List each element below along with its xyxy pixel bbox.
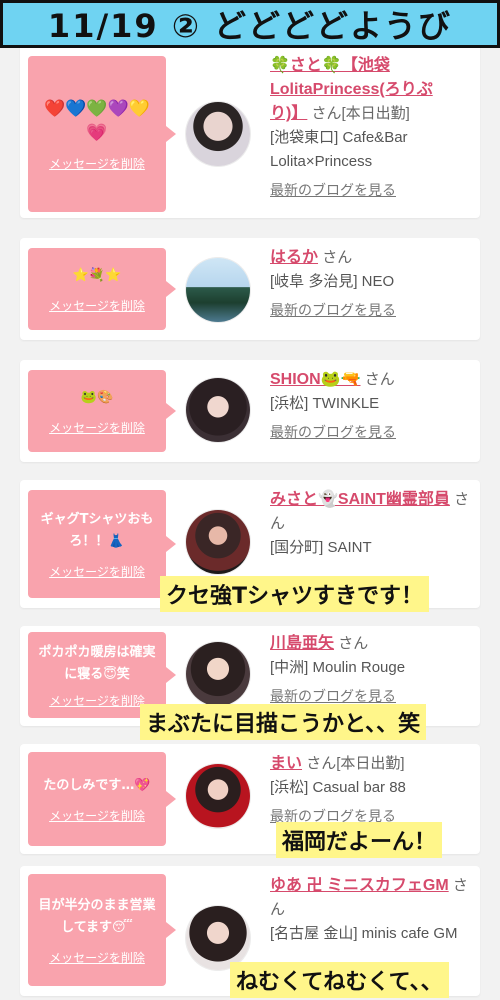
avatar[interactable]: [186, 906, 250, 970]
latest-blog-link[interactable]: 最新のブログを見る: [270, 420, 396, 444]
message-text: ポカポカ暖房は確実に寝る😇笑: [38, 644, 156, 682]
profile-name-link[interactable]: はるか: [270, 249, 318, 266]
profile-info: 川島亜矢 さん [中洲] Moulin Rouge 最新のブログを見る: [270, 632, 470, 709]
location-text: [浜松] Casual bar 88: [270, 779, 406, 796]
delete-message-link[interactable]: メッセージを削除: [49, 297, 145, 314]
honorific: さん: [364, 371, 395, 388]
profile-name-link[interactable]: みさと👻SAINT幽霊部員: [270, 491, 450, 508]
profile-info: みさと👻SAINT幽霊部員 さん [国分町] SAINT: [270, 488, 470, 560]
location-text: [国分町] SAINT: [270, 539, 372, 556]
message-bubble: 🐸🎨 メッセージを削除: [28, 370, 176, 452]
message-text: ギャグTシャツおもろ！！👗: [40, 511, 154, 549]
delete-message-link[interactable]: メッセージを削除: [49, 563, 145, 580]
profile-name-link[interactable]: まい: [270, 755, 302, 772]
message-bubble: ギャグTシャツおもろ！！👗 メッセージを削除: [28, 490, 176, 598]
message-card: ❤️💙💚💜💛💗 メッセージを削除 🍀さと🍀【池袋LolitaPrincess(ろ…: [20, 40, 480, 218]
caption-overlay: ねむくてねむくて、、: [230, 962, 449, 998]
message-text: 🐸🎨: [80, 389, 114, 405]
delete-message-link[interactable]: メッセージを削除: [49, 807, 145, 824]
honorific: さん[本日出勤]: [311, 105, 410, 122]
location-text: [池袋東口] Cafe&Bar Lolita×Princess: [270, 129, 408, 170]
message-bubble: ⭐💐⭐ メッセージを削除: [28, 248, 176, 330]
message-text: たのしみです…💖: [43, 777, 151, 793]
honorific: さん[本日出勤]: [306, 755, 405, 772]
profile-info: 🍀さと🍀【池袋LolitaPrincess(ろりぷり)】 さん[本日出勤] [池…: [270, 54, 470, 203]
page-title-banner: 11/19 ② どどどどようび: [0, 0, 500, 48]
delete-message-link[interactable]: メッセージを削除: [49, 419, 145, 436]
avatar[interactable]: [186, 510, 250, 574]
profile-info: SHION🐸🔫 さん [浜松] TWINKLE 最新のブログを見る: [270, 368, 470, 445]
latest-blog-link[interactable]: 最新のブログを見る: [270, 178, 396, 202]
message-bubble: ❤️💙💚💜💛💗 メッセージを削除: [28, 56, 176, 212]
page-title: 11/19 ② どどどどようび: [47, 7, 453, 45]
honorific: さん: [322, 249, 353, 266]
caption-overlay: まぶたに目描こうかと、、笑: [140, 704, 427, 740]
message-bubble: たのしみです…💖 メッセージを削除: [28, 752, 176, 846]
message-text: ❤️💙💚💜💛💗: [44, 98, 150, 143]
latest-blog-link[interactable]: 最新のブログを見る: [270, 298, 396, 322]
caption-overlay: クセ強Tシャツすきです！: [160, 576, 430, 612]
delete-message-link[interactable]: メッセージを削除: [49, 949, 145, 966]
delete-message-link[interactable]: メッセージを削除: [49, 155, 145, 172]
profile-name-link[interactable]: SHION🐸🔫: [270, 371, 361, 388]
location-text: [岐阜 多治見] NEO: [270, 273, 395, 290]
avatar[interactable]: [186, 642, 250, 706]
profile-info: ゆあ 卍 ミニスカフェGM さん [名古屋 金山] minis cafe GM: [270, 874, 470, 946]
location-text: [名古屋 金山] minis cafe GM: [270, 925, 458, 942]
profile-name-link[interactable]: ゆあ 卍 ミニスカフェGM: [270, 877, 449, 894]
profile-info: はるか さん [岐阜 多治見] NEO 最新のブログを見る: [270, 246, 470, 323]
message-card: 🐸🎨 メッセージを削除 SHION🐸🔫 さん [浜松] TWINKLE 最新のブ…: [20, 360, 480, 462]
delete-message-link[interactable]: メッセージを削除: [49, 692, 145, 709]
message-bubble: 目が半分のまま営業してます😴 メッセージを削除: [28, 874, 176, 986]
honorific: さん: [338, 635, 369, 652]
profile-info: まい さん[本日出勤] [浜松] Casual bar 88 最新のブログを見る: [270, 752, 470, 829]
avatar[interactable]: [186, 378, 250, 442]
avatar[interactable]: [186, 764, 250, 828]
message-text: 目が半分のまま営業してます😴: [38, 897, 156, 935]
message-card: ⭐💐⭐ メッセージを削除 はるか さん [岐阜 多治見] NEO 最新のブログを…: [20, 238, 480, 340]
message-text: ⭐💐⭐: [72, 267, 122, 283]
location-text: [中洲] Moulin Rouge: [270, 659, 406, 676]
caption-overlay: 福岡だよーん！: [276, 822, 443, 858]
avatar[interactable]: [186, 258, 250, 322]
profile-name-link[interactable]: 川島亜矢: [270, 635, 334, 652]
avatar[interactable]: [186, 102, 250, 166]
location-text: [浜松] TWINKLE: [270, 395, 380, 412]
